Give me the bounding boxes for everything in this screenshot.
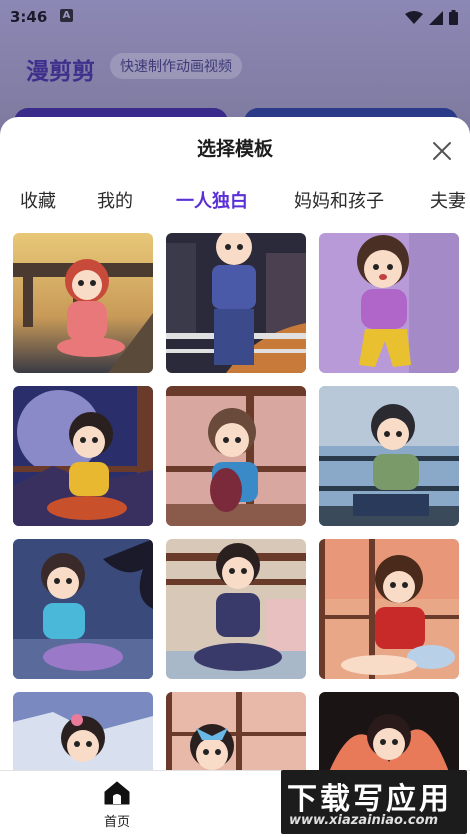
template-thumbnail bbox=[13, 539, 153, 679]
close-button[interactable] bbox=[432, 141, 452, 161]
close-icon bbox=[433, 142, 451, 160]
watermark-text: 下载写应用 bbox=[287, 782, 452, 817]
tab-mother-child[interactable]: 妈妈和孩子 bbox=[294, 187, 384, 213]
template-thumbnail bbox=[319, 386, 459, 526]
sheet-title: 选择模板 bbox=[196, 138, 273, 160]
template-thumbnail bbox=[319, 233, 459, 373]
status-bar: 3:46 A bbox=[0, 0, 470, 34]
watermark-logo: 下载写应用 www.xiazainiao.com bbox=[281, 770, 467, 834]
template-card[interactable] bbox=[319, 539, 459, 679]
watermark-url: www.xiazainiao.com bbox=[289, 813, 439, 828]
template-card[interactable] bbox=[319, 386, 459, 526]
home-icon bbox=[104, 781, 130, 805]
template-thumbnail bbox=[13, 233, 153, 373]
wifi-icon bbox=[405, 10, 423, 24]
template-thumbnail bbox=[166, 233, 306, 373]
template-thumbnail bbox=[166, 539, 306, 679]
tab-favorites[interactable]: 收藏 bbox=[20, 187, 56, 213]
battery-icon bbox=[449, 10, 458, 25]
template-card[interactable] bbox=[166, 386, 306, 526]
template-card[interactable] bbox=[13, 233, 153, 373]
template-thumbnail bbox=[13, 386, 153, 526]
nav-home-label: 首页 bbox=[103, 815, 130, 830]
template-thumbnail bbox=[166, 386, 306, 526]
app-subtitle: 快速制作动画视频 bbox=[110, 53, 242, 79]
signal-icon bbox=[429, 10, 443, 25]
tab-monologue[interactable]: 一人独白 bbox=[176, 187, 248, 213]
notification-icon: A bbox=[60, 9, 73, 22]
template-card[interactable] bbox=[166, 233, 306, 373]
status-icons bbox=[405, 10, 458, 25]
template-thumbnail bbox=[319, 539, 459, 679]
template-card[interactable] bbox=[166, 539, 306, 679]
template-tabs: 收藏 我的 一人独白 妈妈和孩子 夫妻 bbox=[0, 187, 470, 219]
template-card[interactable] bbox=[13, 386, 153, 526]
template-sheet: 选择模板 收藏 我的 一人独白 妈妈和孩子 夫妻 首页 下载写应用 www.xi… bbox=[0, 117, 470, 837]
template-card[interactable] bbox=[319, 233, 459, 373]
tab-mine[interactable]: 我的 bbox=[97, 187, 133, 213]
template-card[interactable] bbox=[13, 539, 153, 679]
app-title: 漫剪剪 bbox=[26, 59, 95, 85]
tab-couple[interactable]: 夫妻 bbox=[430, 187, 466, 213]
nav-home[interactable]: 首页 bbox=[95, 781, 139, 830]
status-time: 3:46 bbox=[10, 8, 48, 26]
